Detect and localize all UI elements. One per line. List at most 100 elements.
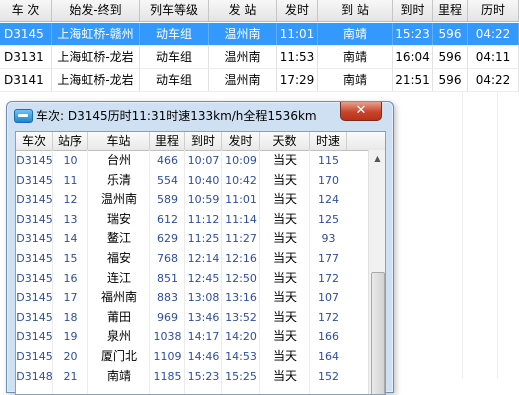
column-header-days[interactable]: 天数	[260, 132, 310, 150]
train-app-icon	[14, 109, 33, 123]
row-divider	[0, 91, 519, 92]
cell-distance: 596	[433, 69, 468, 92]
cell-arrive-time: 10:07	[187, 154, 220, 167]
cell-train-no: D3141	[0, 69, 52, 92]
cell-distance: 1109	[153, 350, 182, 363]
schedule-row[interactable]: D3145 19 泉州 1038 14:17 14:20 当天 166	[16, 327, 368, 347]
schedule-row[interactable]: D3145 17 福州南 883 13:08 13:16 当天 107	[16, 288, 368, 308]
cell-train-no: D3145	[16, 173, 53, 187]
schedule-row[interactable]: D3148 21 南靖 1185 15:23 15:25 当天 152	[16, 367, 368, 387]
cell-distance: 768	[157, 252, 178, 265]
train-row[interactable]: D3141 上海虹桥-龙岩 动车组 温州南 17:29 南靖 21:51 596…	[0, 69, 519, 92]
column-header-depart-time[interactable]: 发时	[222, 132, 260, 150]
cell-from-station: 温州南	[209, 69, 277, 92]
scroll-up-arrow-icon[interactable]: ▲	[369, 150, 385, 167]
header-spacer	[347, 132, 365, 150]
cell-depart-time: 12:16	[225, 252, 257, 265]
cell-distance: 596	[433, 23, 468, 46]
cell-station: 乐清	[106, 172, 131, 187]
schedule-row[interactable]: D3145 15 福安 768 12:14 12:16 当天 177	[16, 249, 368, 269]
column-header-arrive-time[interactable]: 到时	[185, 132, 222, 150]
cell-days: 当天	[272, 192, 297, 207]
cell-speed: 152	[318, 369, 339, 383]
schedule-table-header: 车次 站序 车站 里程 到时 发时 天数 时速	[16, 132, 385, 151]
column-header-duration[interactable]: 历时	[468, 0, 519, 21]
cell-stop-seq: 18	[63, 310, 78, 324]
cell-distance: 629	[157, 232, 178, 246]
close-icon: ✕	[355, 103, 367, 118]
cell-stop-seq: 20	[63, 350, 78, 363]
cell-days: 当天	[272, 329, 297, 344]
cell-speed: 93	[321, 232, 336, 246]
column-header-to-station[interactable]: 到 站	[318, 0, 393, 21]
column-header-stop-seq[interactable]: 站序	[53, 132, 88, 150]
cell-arrive-time: 10:40	[187, 173, 220, 187]
schedule-row[interactable]: D3145 14 鳌江 629 11:25 11:27 当天 93	[16, 229, 368, 249]
cell-depart-time: 11:27	[225, 232, 257, 246]
cell-speed: 107	[318, 291, 339, 305]
cell-station: 莆田	[106, 309, 131, 324]
column-header-depart-time[interactable]: 发时	[277, 0, 318, 21]
schedule-row[interactable]: D3145 10 台州 466 10:07 10:09 当天 115	[16, 151, 368, 171]
cell-distance: 883	[157, 291, 178, 305]
column-header-station[interactable]: 车站	[88, 132, 150, 150]
cell-stop-seq: 21	[63, 369, 78, 383]
schedule-row[interactable]: D3145 20 厦门北 1109 14:46 14:53 当天 164	[16, 347, 368, 367]
scrollbar-thumb[interactable]	[371, 272, 385, 394]
column-header-distance[interactable]: 里程	[150, 132, 185, 150]
column-header-from-station[interactable]: 发 站	[209, 0, 277, 21]
cell-stop-seq: 16	[63, 271, 78, 285]
schedule-row[interactable]: D3145 11 乐清 554 10:40 10:42 当天 170	[16, 171, 368, 191]
cell-station: 福州南	[100, 290, 137, 305]
vertical-scrollbar[interactable]: ▲	[368, 150, 385, 394]
cell-duration: 04:22	[468, 23, 519, 46]
cell-depart-time: 13:52	[225, 310, 257, 324]
cell-grade: 动车组	[140, 46, 209, 69]
column-divider	[462, 92, 463, 379]
cell-depart-time: 17:29	[277, 69, 318, 92]
cell-stop-seq: 19	[63, 330, 78, 344]
schedule-row[interactable]: D3145 18 莆田 969 13:46 13:52 当天 172	[16, 308, 368, 328]
cell-arrive-time: 10:59	[187, 193, 220, 207]
cell-arrive-time: 15:23	[393, 23, 433, 46]
cell-arrive-time: 16:04	[393, 46, 433, 69]
column-header-speed[interactable]: 时速	[310, 132, 347, 150]
cell-station: 南靖	[106, 368, 131, 383]
close-button[interactable]: ✕	[340, 102, 382, 121]
cell-train-no: D3145	[16, 291, 53, 305]
column-header-arrive-time[interactable]: 到时	[393, 0, 433, 21]
cell-distance: 1038	[153, 330, 182, 344]
cell-from-station: 温州南	[209, 46, 277, 69]
cell-speed: 172	[318, 271, 339, 285]
cell-speed: 177	[318, 252, 339, 265]
cell-stop-seq: 15	[63, 252, 78, 265]
cell-stop-seq: 14	[63, 232, 78, 246]
cell-train-no: D3145	[16, 232, 53, 246]
cell-stop-seq: 12	[63, 193, 78, 207]
column-divider	[221, 150, 222, 394]
column-header-train-no[interactable]: 车 次	[0, 0, 52, 21]
column-divider	[259, 150, 260, 394]
cell-speed: 124	[318, 193, 339, 207]
dialog-title-bar[interactable]: 车次: D3145历时11:31时速133km/h全程1536km ✕	[7, 102, 393, 128]
column-header-distance[interactable]: 里程	[433, 0, 468, 21]
train-row[interactable]: D3131 上海虹桥-龙岩 动车组 温州南 11:53 南靖 16:04 596…	[0, 46, 519, 69]
cell-distance: 589	[157, 193, 178, 207]
cell-days: 当天	[272, 172, 297, 187]
schedule-row[interactable]: D3145 12 温州南 589 10:59 11:01 当天 124	[16, 190, 368, 210]
cell-arrive-time: 15:23	[187, 369, 220, 383]
cell-station: 温州南	[100, 192, 137, 207]
column-header-grade[interactable]: 列车等级	[140, 0, 209, 21]
column-header-train-no[interactable]: 车次	[16, 132, 53, 150]
cell-station: 厦门北	[100, 349, 137, 363]
train-row-selected[interactable]: D3145 上海虹桥-赣州 动车组 温州南 11:01 南靖 15:23 596…	[0, 23, 519, 46]
cell-days: 当天	[272, 309, 297, 324]
column-header-route[interactable]: 始发-终到	[52, 0, 140, 21]
cell-train-no: D3145	[0, 23, 52, 46]
cell-depart-time: 11:01	[225, 193, 257, 207]
schedule-row[interactable]: D3145 13 瑞安 612 11:12 11:14 当天 125	[16, 210, 368, 230]
cell-train-no: D3145	[16, 350, 53, 363]
cell-train-no: D3131	[0, 46, 52, 69]
schedule-row[interactable]: D3145 16 连江 851 12:45 12:50 当天 172	[16, 269, 368, 289]
row-divider	[0, 45, 519, 46]
